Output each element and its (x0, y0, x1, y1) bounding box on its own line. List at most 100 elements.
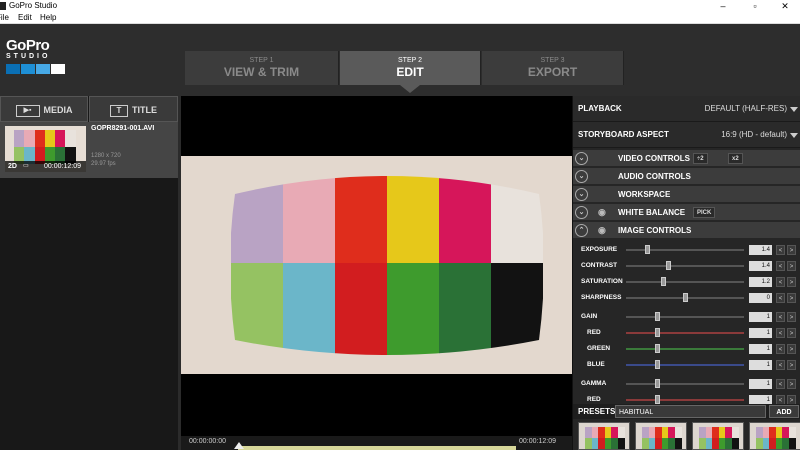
increase-icon[interactable]: > (787, 379, 796, 389)
title-tab[interactable]: T TITLE (89, 96, 178, 122)
step-export[interactable]: STEP 3 EXPORT (482, 51, 624, 85)
slider-label: GAMMA (581, 380, 607, 387)
increase-icon[interactable]: > (787, 293, 796, 303)
playback-row[interactable]: PLAYBACK DEFAULT (HALF-RES) (573, 96, 800, 122)
decrease-icon[interactable]: < (776, 293, 785, 303)
slider-value[interactable]: 1.4 (749, 261, 772, 271)
preset-thumbnail[interactable] (635, 422, 687, 450)
slider-thumb[interactable] (654, 395, 660, 404)
preset-thumbnail[interactable] (578, 422, 630, 450)
video-controls-section[interactable]: ⌄ VIDEO CONTROLS ÷2 x2 (573, 150, 800, 167)
close-icon[interactable]: ✕ (770, 0, 800, 12)
decrease-icon[interactable]: < (776, 360, 785, 370)
color-bar (788, 427, 796, 438)
slider-value[interactable]: 1 (749, 344, 772, 354)
media-tab[interactable]: ▶▪ MEDIA (0, 96, 88, 122)
menu-help[interactable]: Help (40, 12, 56, 24)
preset-name-input[interactable]: HABITUAL (615, 405, 766, 418)
slider-value[interactable]: 1 (749, 312, 772, 322)
color-bar (617, 427, 625, 438)
increase-icon[interactable]: > (787, 344, 796, 354)
slider-track[interactable] (626, 281, 744, 283)
slider-track[interactable] (626, 316, 744, 318)
preset-thumbnail[interactable] (692, 422, 744, 450)
slider-thumb[interactable] (666, 261, 672, 270)
playback-select[interactable]: DEFAULT (HALF-RES) (705, 96, 787, 122)
chevron-down-icon[interactable]: ⌄ (575, 152, 588, 165)
eye-icon[interactable]: ◉ (598, 225, 606, 236)
decrease-icon[interactable]: < (776, 277, 785, 287)
slider-track[interactable] (626, 383, 744, 385)
slider-thumb[interactable] (654, 344, 660, 353)
increase-icon[interactable]: > (787, 312, 796, 322)
increase-icon[interactable]: > (787, 360, 796, 370)
add-preset-button[interactable]: ADD (769, 405, 799, 418)
slider-track[interactable] (626, 249, 744, 251)
slider-value[interactable]: 0 (749, 293, 772, 303)
slider-label: RED (587, 396, 601, 403)
storyboard-aspect-row[interactable]: STORYBOARD ASPECT 16:9 (HD - default) (573, 122, 800, 148)
decrease-icon[interactable]: < (776, 245, 785, 255)
menu-file[interactable]: File (0, 12, 9, 24)
menu-edit[interactable]: Edit (18, 12, 32, 24)
media-item[interactable]: 2D ▭ 00:00:12:09 GOPR8291-001.AVI 1280 x… (0, 122, 178, 178)
slider-thumb[interactable] (654, 312, 660, 321)
decrease-icon[interactable]: < (776, 344, 785, 354)
color-bar (14, 130, 25, 147)
color-bar (655, 427, 662, 438)
slider-thumb[interactable] (645, 245, 651, 254)
timeline-track[interactable] (238, 446, 516, 450)
slider-track[interactable] (626, 399, 744, 401)
chevron-up-icon[interactable]: ⌃ (575, 224, 588, 237)
header: GoPro STUDIO STEP 1 VIEW & TRIM STEP 2 E… (0, 24, 800, 96)
slider-value[interactable]: 1.4 (749, 245, 772, 255)
slider-track[interactable] (626, 265, 744, 267)
increase-icon[interactable]: > (787, 261, 796, 271)
minimize-icon[interactable]: – (708, 0, 738, 12)
increase-icon[interactable]: > (787, 328, 796, 338)
slider-thumb[interactable] (654, 379, 660, 388)
color-bar (718, 438, 726, 449)
pick-button[interactable]: PICK (693, 207, 716, 218)
slider-thumb[interactable] (683, 293, 688, 302)
color-bar (782, 427, 789, 438)
eye-icon[interactable]: ◉ (598, 207, 606, 218)
color-bars-image (231, 176, 543, 355)
video-frame (181, 156, 572, 374)
chevron-down-icon[interactable]: ⌄ (575, 170, 588, 183)
slider-value[interactable]: 1.2 (749, 277, 772, 287)
slider-value[interactable]: 1 (749, 379, 772, 389)
playhead[interactable] (234, 442, 244, 449)
preset-thumbnail[interactable] (749, 422, 800, 450)
slider-track[interactable] (626, 364, 744, 366)
workspace-section[interactable]: ⌄ WORKSPACE (573, 186, 800, 203)
maximize-icon[interactable]: ▫ (740, 0, 770, 12)
decrease-icon[interactable]: < (776, 379, 785, 389)
decrease-icon[interactable]: < (776, 328, 785, 338)
storyboard-aspect-select[interactable]: 16:9 (HD - default) (721, 122, 787, 148)
speed-half-button[interactable]: ÷2 (693, 153, 708, 164)
title-text-icon: T (110, 104, 128, 117)
chevron-down-icon[interactable]: ⌄ (575, 188, 588, 201)
chevron-down-icon[interactable]: ⌄ (575, 206, 588, 219)
slider-track[interactable] (626, 348, 744, 350)
decrease-icon[interactable]: < (776, 261, 785, 271)
color-bar (712, 438, 719, 449)
slider-thumb[interactable] (660, 277, 666, 286)
slider-thumb[interactable] (654, 328, 660, 337)
color-bar-bottom (439, 263, 492, 355)
slider-value[interactable]: 1 (749, 360, 772, 370)
increase-icon[interactable]: > (787, 277, 796, 287)
speed-double-button[interactable]: x2 (728, 153, 743, 164)
audio-controls-section[interactable]: ⌄ AUDIO CONTROLS (573, 168, 800, 185)
slider-track[interactable] (626, 332, 744, 334)
white-balance-section[interactable]: ⌄ ◉ WHITE BALANCE PICK (573, 204, 800, 221)
step-view-trim[interactable]: STEP 1 VIEW & TRIM (185, 51, 339, 85)
color-bar (44, 130, 56, 147)
image-controls-section[interactable]: ⌃ ◉ IMAGE CONTROLS (573, 222, 800, 239)
decrease-icon[interactable]: < (776, 312, 785, 322)
step-edit[interactable]: STEP 2 EDIT (340, 51, 481, 93)
slider-value[interactable]: 1 (749, 328, 772, 338)
slider-thumb[interactable] (654, 360, 660, 369)
increase-icon[interactable]: > (787, 245, 796, 255)
